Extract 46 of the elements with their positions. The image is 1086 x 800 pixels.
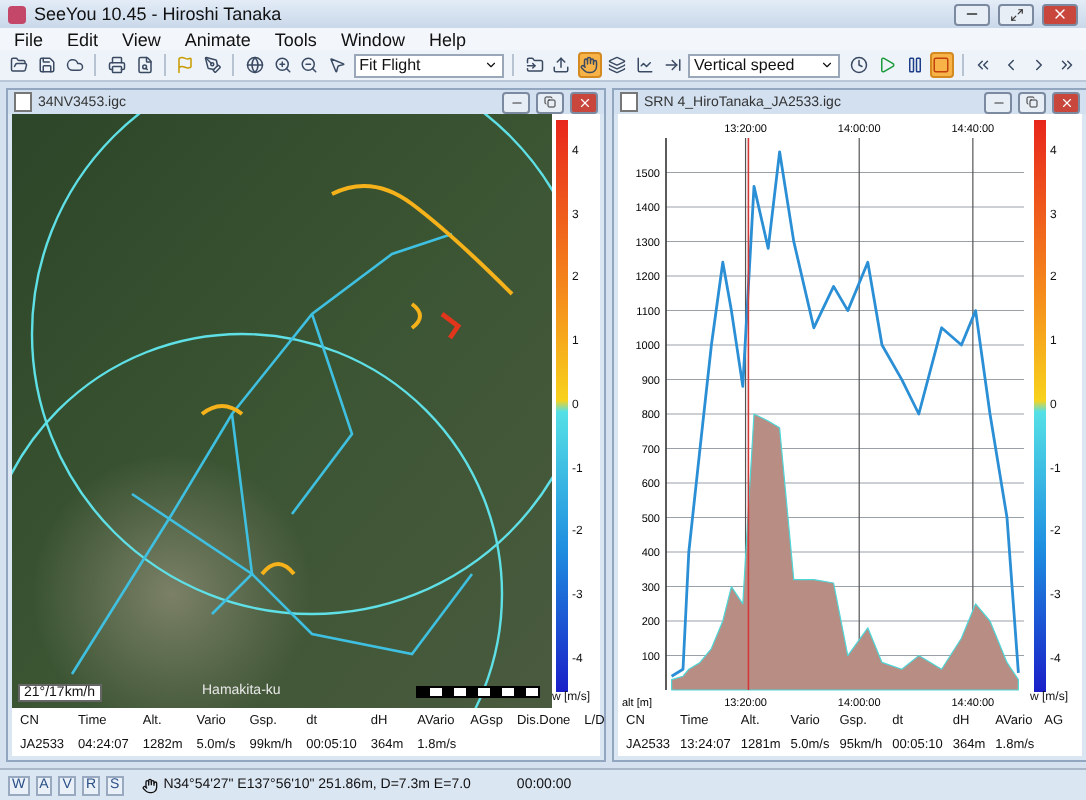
menu-item[interactable]: Animate (184, 29, 251, 49)
document-icon (14, 92, 32, 112)
close-icon (1059, 95, 1073, 109)
menu-item[interactable]: Tools (274, 29, 317, 49)
restore-button[interactable] (1018, 91, 1046, 113)
maximize-button[interactable] (998, 3, 1034, 25)
app-icon (8, 5, 26, 23)
print-icon[interactable] (104, 52, 129, 78)
pen-icon[interactable] (201, 52, 225, 78)
window-title: SeeYou 10.45 - Hiroshi Tanaka (34, 4, 284, 24)
print-preview-icon[interactable] (132, 52, 156, 78)
hand-icon[interactable] (577, 52, 602, 78)
menu-item[interactable]: Help (428, 29, 466, 49)
line-chart-icon[interactable] (632, 52, 657, 78)
pointer-icon[interactable] (325, 52, 350, 78)
dropdown-field[interactable]: Vertical speed (687, 53, 840, 77)
close-button[interactable] (1042, 3, 1078, 25)
menu-item[interactable]: Window (340, 29, 405, 49)
layers-icon[interactable] (605, 52, 629, 78)
minimize-button[interactable] (984, 91, 1012, 113)
minimize-button[interactable] (502, 91, 530, 113)
close-button[interactable] (570, 91, 598, 113)
globe-icon[interactable] (242, 52, 267, 78)
save-icon[interactable] (35, 52, 60, 78)
close-button[interactable] (1052, 91, 1080, 113)
folder-import-icon[interactable] (522, 52, 546, 78)
close-icon (577, 95, 591, 109)
minimize-button[interactable] (954, 3, 990, 25)
upload-icon[interactable] (549, 52, 574, 78)
clock-icon[interactable] (847, 52, 871, 78)
close-icon (1052, 6, 1068, 22)
hand-icon (141, 777, 158, 793)
menu-item[interactable]: Edit (67, 29, 99, 49)
map-scale-bar (416, 686, 540, 698)
restore-icon (544, 96, 556, 108)
zoom-in-icon[interactable] (270, 52, 294, 78)
maximize-icon (1009, 7, 1023, 21)
caret-icon (484, 58, 499, 72)
zoom-out-icon[interactable] (297, 52, 322, 78)
open-folder-icon[interactable] (8, 52, 32, 78)
restore-button[interactable] (536, 91, 564, 113)
menu-item[interactable]: View (122, 29, 161, 49)
menu-item[interactable]: File (14, 29, 44, 49)
dropdown-field[interactable]: Fit Flight (353, 53, 505, 77)
caret-icon (819, 58, 834, 72)
restore-icon (1026, 96, 1038, 108)
